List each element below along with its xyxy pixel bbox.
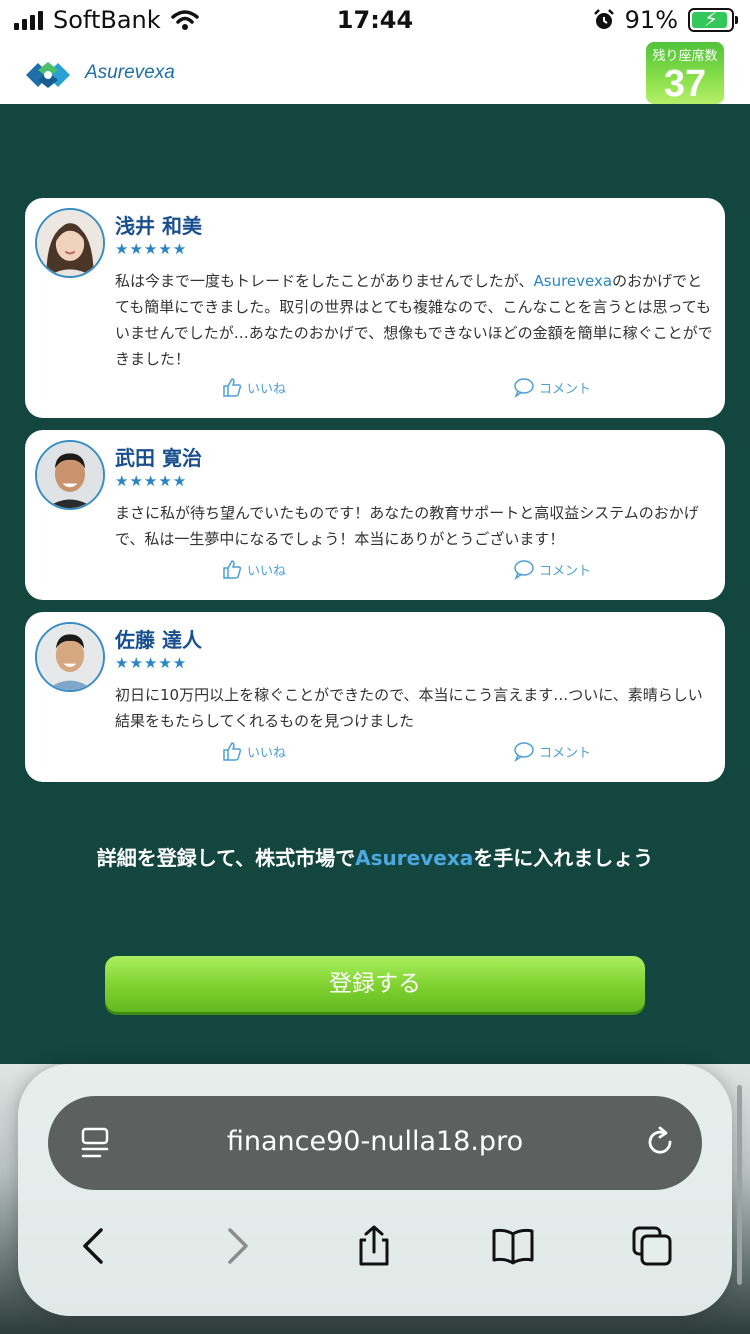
reviewer-name: 浅井 和美 xyxy=(115,214,202,238)
comment-button[interactable]: コメント xyxy=(513,376,591,398)
rating-stars: ★★★★★ xyxy=(115,472,188,490)
logo-icon[interactable] xyxy=(20,54,76,96)
comment-label: コメント xyxy=(539,381,592,397)
cta-text-part: を手に入れましょう xyxy=(473,846,654,870)
thumbs-up-icon xyxy=(223,560,242,579)
thumbs-up-icon xyxy=(223,378,242,397)
chevron-right-icon xyxy=(228,1228,248,1264)
back-button[interactable] xyxy=(73,1224,117,1268)
review-text: まさに私が待ち望んでいたものです！あなたの教育サポートと高収益システムのおかげで… xyxy=(115,504,699,548)
review-text: 初日に10万円以上を稼ぐことができたので、本当にこう言えます…ついに、素晴らしい… xyxy=(115,686,703,730)
like-label: いいね xyxy=(247,745,287,761)
status-bar: SoftBank 17:44 91% ⚡ xyxy=(0,0,750,40)
review-text-part: 私は今まで一度もトレードをしたことがありませんでしたが、 xyxy=(115,272,534,290)
comment-label: コメント xyxy=(539,745,592,761)
review-brand-mention: Asurevexa xyxy=(533,272,613,290)
url-text[interactable]: finance90-nulla18.pro xyxy=(48,1126,702,1157)
reviewer-name: 佐藤 達人 xyxy=(115,628,202,652)
review-card: 佐藤 達人 ★★★★★ 初日に10万円以上を稼ぐことができたので、本当にこう言え… xyxy=(25,612,725,782)
battery-icon: ⚡ xyxy=(688,7,738,32)
bookmarks-button[interactable] xyxy=(491,1224,535,1268)
seats-remaining-badge: 残り座席数 37 xyxy=(646,42,724,104)
like-label: いいね xyxy=(247,563,287,579)
review-text: 私は今まで一度もトレードをしたことがありませんでしたが、Asurevexaのおか… xyxy=(115,268,715,372)
rating-stars: ★★★★★ xyxy=(115,654,188,672)
seats-count: 37 xyxy=(663,63,707,105)
like-button[interactable]: いいね xyxy=(221,558,286,580)
rating-stars: ★★★★★ xyxy=(115,240,188,258)
browser-toolbar: finance90-nulla18.pro xyxy=(18,1064,732,1316)
like-button[interactable]: いいね xyxy=(221,740,286,762)
like-button[interactable]: いいね xyxy=(221,376,286,398)
forward-button[interactable] xyxy=(214,1224,258,1268)
review-card: 浅井 和美 ★★★★★ 私は今まで一度もトレードをしたことがありませんでしたが、… xyxy=(25,198,725,418)
book-icon xyxy=(492,1228,534,1265)
avatar xyxy=(35,440,105,510)
review-card: 武田 寛治 ★★★★★ まさに私が待ち望んでいたものです！あなたの教育サポートと… xyxy=(25,430,725,600)
cta-heading: 詳細を登録して、株式市場でAsurevexaを手に入れましょう xyxy=(80,843,670,873)
cta-brand-mention: Asurevexa xyxy=(355,846,474,870)
seats-label: 残り座席数 xyxy=(652,49,718,64)
comment-icon xyxy=(514,742,534,762)
comment-label: コメント xyxy=(539,563,592,579)
cta-text-part: 詳細を登録して、株式市場で xyxy=(96,846,356,870)
comment-icon xyxy=(514,378,534,398)
status-right: 91% ⚡ xyxy=(593,6,738,34)
chevron-left-icon xyxy=(83,1228,103,1264)
thumbs-up-icon xyxy=(223,742,242,761)
brand-name[interactable]: Asurevexa xyxy=(85,62,175,84)
site-header: Asurevexa 残り座席数 37 xyxy=(0,40,750,104)
reviewer-name: 武田 寛治 xyxy=(115,446,202,470)
avatar xyxy=(35,208,105,278)
share-button[interactable] xyxy=(352,1224,396,1268)
comment-icon xyxy=(514,560,534,580)
comment-button[interactable]: コメント xyxy=(513,558,591,580)
tabs-icon xyxy=(632,1226,672,1266)
register-button[interactable]: 登録する xyxy=(105,956,645,1012)
avatar xyxy=(35,622,105,692)
share-icon xyxy=(359,1225,389,1266)
tabs-button[interactable] xyxy=(630,1224,674,1268)
like-label: いいね xyxy=(247,381,287,397)
scroll-indicator[interactable] xyxy=(737,1085,742,1285)
comment-button[interactable]: コメント xyxy=(513,740,591,762)
address-bar[interactable]: finance90-nulla18.pro xyxy=(48,1096,702,1190)
battery-percent: 91% xyxy=(624,6,678,34)
alarm-icon xyxy=(593,9,614,29)
reload-icon[interactable] xyxy=(642,1124,678,1160)
